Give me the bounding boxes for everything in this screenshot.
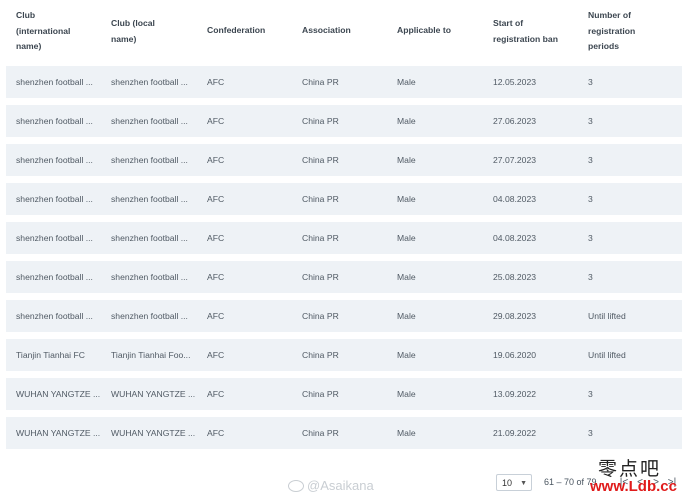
cell-club-local: WUHAN YANGTZE ...: [111, 428, 196, 438]
cell-confederation: AFC: [207, 116, 225, 126]
header-start-of-ban[interactable]: Start of registration ban: [493, 16, 583, 47]
cell-association: China PR: [302, 116, 339, 126]
table-header: Club (international name) Club (local na…: [6, 0, 682, 62]
cell-confederation: AFC: [207, 311, 225, 321]
header-confederation[interactable]: Confederation: [207, 23, 297, 39]
cell-confederation: AFC: [207, 155, 225, 165]
header-club-international[interactable]: Club (international name): [16, 8, 106, 55]
table-row[interactable]: shenzhen football ... shenzhen football …: [6, 66, 682, 98]
cell-confederation: AFC: [207, 77, 225, 87]
site-watermark-title: 零点吧: [598, 459, 662, 480]
table-row[interactable]: shenzhen football ... shenzhen football …: [6, 261, 682, 293]
cell-applicable-to: Male: [397, 233, 416, 243]
cell-registration-periods: 3: [588, 233, 593, 243]
cell-applicable-to: Male: [397, 389, 416, 399]
cell-start-of-ban: 27.07.2023: [493, 155, 537, 165]
cell-registration-periods: 3: [588, 272, 593, 282]
registration-bans-page: Club (international name) Club (local na…: [0, 0, 690, 501]
cell-applicable-to: Male: [397, 194, 416, 204]
page-size-value: 10: [502, 478, 513, 488]
cell-start-of-ban: 29.08.2023: [493, 311, 537, 321]
cell-applicable-to: Male: [397, 428, 416, 438]
cell-registration-periods: Until lifted: [588, 350, 626, 360]
cell-applicable-to: Male: [397, 350, 416, 360]
cell-applicable-to: Male: [397, 77, 416, 87]
cell-applicable-to: Male: [397, 311, 416, 321]
cell-association: China PR: [302, 428, 339, 438]
cell-start-of-ban: 19.06.2020: [493, 350, 537, 360]
cell-confederation: AFC: [207, 389, 225, 399]
cell-confederation: AFC: [207, 428, 225, 438]
cell-club-international: shenzhen football ...: [16, 116, 93, 126]
cell-club-international: WUHAN YANGTZE ...: [16, 428, 101, 438]
cell-club-international: shenzhen football ...: [16, 77, 93, 87]
cell-club-local: shenzhen football ...: [111, 77, 188, 87]
cell-club-local: shenzhen football ...: [111, 272, 188, 282]
table-row[interactable]: WUHAN YANGTZE ... WUHAN YANGTZE ... AFC …: [6, 378, 682, 410]
cell-registration-periods: 3: [588, 155, 593, 165]
cell-start-of-ban: 04.08.2023: [493, 194, 537, 204]
cell-registration-periods: Until lifted: [588, 311, 626, 321]
table-row[interactable]: shenzhen football ... shenzhen football …: [6, 183, 682, 215]
cell-registration-periods: 3: [588, 428, 593, 438]
cell-start-of-ban: 25.08.2023: [493, 272, 537, 282]
cell-club-local: shenzhen football ...: [111, 116, 188, 126]
cell-confederation: AFC: [207, 350, 225, 360]
cell-club-international: shenzhen football ...: [16, 194, 93, 204]
cell-registration-periods: 3: [588, 77, 593, 87]
weibo-icon: [288, 480, 304, 492]
cell-association: China PR: [302, 233, 339, 243]
watermark-handle: @Asaikana: [307, 478, 374, 493]
cell-association: China PR: [302, 194, 339, 204]
cell-start-of-ban: 27.06.2023: [493, 116, 537, 126]
cell-association: China PR: [302, 155, 339, 165]
cell-club-international: Tianjin Tianhai FC: [16, 350, 85, 360]
header-registration-periods[interactable]: Number of registration periods: [588, 8, 678, 55]
cell-association: China PR: [302, 389, 339, 399]
cell-club-local: shenzhen football ...: [111, 155, 188, 165]
table-row[interactable]: Tianjin Tianhai FC Tianjin Tianhai Foo..…: [6, 339, 682, 371]
cell-registration-periods: 3: [588, 116, 593, 126]
header-association[interactable]: Association: [302, 23, 392, 39]
site-watermark-url: www.Ldb.cc: [590, 478, 677, 495]
table-row[interactable]: shenzhen football ... shenzhen football …: [6, 300, 682, 332]
cell-applicable-to: Male: [397, 155, 416, 165]
cell-registration-periods: 3: [588, 194, 593, 204]
cell-confederation: AFC: [207, 194, 225, 204]
cell-club-international: shenzhen football ...: [16, 272, 93, 282]
table-row[interactable]: shenzhen football ... shenzhen football …: [6, 222, 682, 254]
cell-club-local: shenzhen football ...: [111, 233, 188, 243]
cell-confederation: AFC: [207, 272, 225, 282]
cell-association: China PR: [302, 272, 339, 282]
cell-club-international: shenzhen football ...: [16, 311, 93, 321]
cell-club-local: WUHAN YANGTZE ...: [111, 389, 196, 399]
cell-start-of-ban: 04.08.2023: [493, 233, 537, 243]
table-row[interactable]: shenzhen football ... shenzhen football …: [6, 105, 682, 137]
cell-club-local: Tianjin Tianhai Foo...: [111, 350, 191, 360]
cell-applicable-to: Male: [397, 272, 416, 282]
cell-start-of-ban: 12.05.2023: [493, 77, 537, 87]
cell-club-international: shenzhen football ...: [16, 155, 93, 165]
cell-club-local: shenzhen football ...: [111, 194, 188, 204]
table-footer: @Asaikana 10 ▼ 61 – 70 of 79 |< < > >| 零…: [0, 459, 690, 501]
watermark: @Asaikana: [288, 478, 374, 494]
cell-association: China PR: [302, 77, 339, 87]
cell-association: China PR: [302, 350, 339, 360]
header-applicable-to[interactable]: Applicable to: [397, 23, 487, 39]
cell-start-of-ban: 13.09.2022: [493, 389, 537, 399]
table-row[interactable]: WUHAN YANGTZE ... WUHAN YANGTZE ... AFC …: [6, 417, 682, 449]
cell-start-of-ban: 21.09.2022: [493, 428, 537, 438]
site-watermark: 零点吧 www.Ldb.cc: [584, 454, 688, 501]
cell-applicable-to: Male: [397, 116, 416, 126]
cell-club-local: shenzhen football ...: [111, 311, 188, 321]
cell-club-international: WUHAN YANGTZE ...: [16, 389, 101, 399]
header-club-local[interactable]: Club (local name): [111, 16, 201, 47]
cell-confederation: AFC: [207, 233, 225, 243]
table-row[interactable]: shenzhen football ... shenzhen football …: [6, 144, 682, 176]
page-size-select[interactable]: 10 ▼: [496, 474, 532, 491]
cell-registration-periods: 3: [588, 389, 593, 399]
cell-association: China PR: [302, 311, 339, 321]
cell-club-international: shenzhen football ...: [16, 233, 93, 243]
chevron-down-icon: ▼: [520, 480, 527, 487]
